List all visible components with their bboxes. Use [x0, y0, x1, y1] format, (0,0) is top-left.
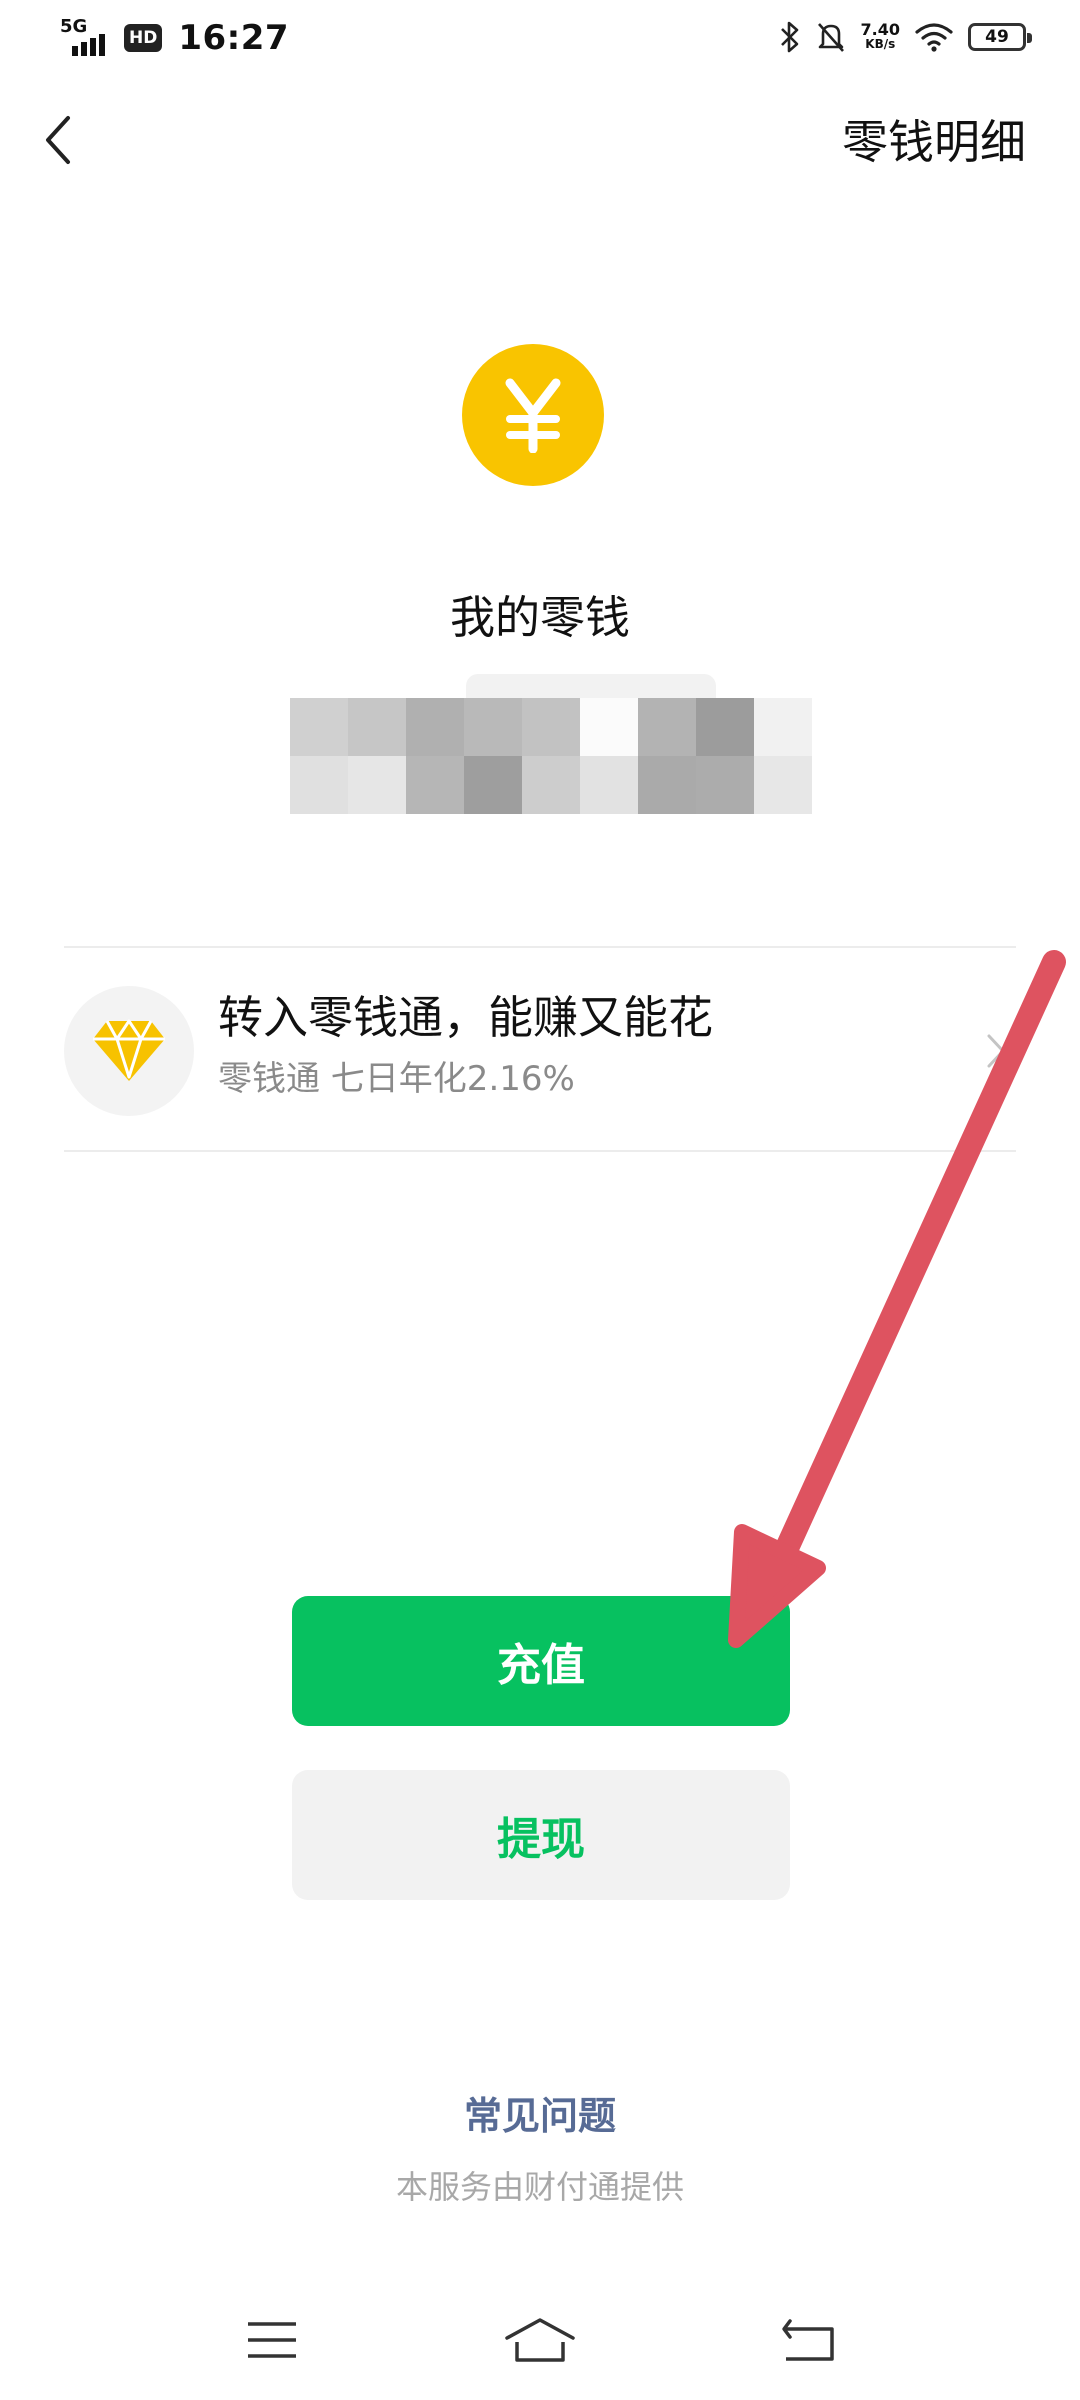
diamond-icon	[93, 1019, 165, 1081]
service-provider-note: 本服务由财付通提供	[395, 2168, 684, 2206]
menu-button[interactable]	[232, 2308, 312, 2372]
network-speed: 7.40 KB/s	[861, 22, 900, 52]
back-nav-button[interactable]	[768, 2308, 848, 2372]
chevron-right-icon	[976, 1026, 1016, 1076]
status-left: 5G HD 16:27	[60, 18, 290, 59]
status-time: 16:27	[178, 18, 290, 58]
battery-icon: 49	[968, 23, 1032, 51]
status-right: 7.40 KB/s 49	[779, 20, 1032, 54]
nav-bar: 零钱明细	[0, 90, 1080, 190]
speed-unit: KB/s	[865, 37, 896, 51]
hd-badge: HD	[124, 24, 163, 52]
transaction-details-link[interactable]: 零钱明细	[842, 116, 1026, 168]
mute-icon	[817, 23, 844, 52]
system-nav-bar	[0, 2300, 1080, 2380]
chevron-left-icon	[46, 116, 70, 164]
bluetooth-icon	[780, 21, 798, 53]
back-button[interactable]	[28, 108, 88, 172]
menu-icon	[248, 2322, 296, 2358]
home-icon	[505, 2318, 575, 2362]
status-bar: 5G HD 16:27 7.40 KB/s 49	[0, 0, 1080, 80]
home-button[interactable]	[500, 2308, 580, 2372]
wallet-coin-icon	[462, 344, 604, 486]
yen-icon	[505, 378, 561, 453]
wallet-page: 5G HD 16:27 7.40 KB/s 49 零钱明细 我的零钱 转入零钱通…	[0, 0, 1080, 2400]
withdraw-button[interactable]: 提现	[292, 1770, 790, 1900]
recharge-button[interactable]: 充值	[292, 1596, 790, 1726]
promo-divider-bottom	[64, 1150, 1016, 1152]
promo-title: 转入零钱通，能赚又能花	[218, 991, 714, 1044]
wifi-icon	[915, 23, 953, 52]
battery-level: 49	[985, 26, 1009, 47]
balance-amount-redacted: ¥	[290, 664, 812, 814]
back-icon	[782, 2319, 834, 2361]
balance-mosaic	[290, 664, 812, 814]
faq-link[interactable]: 常见问题	[0, 2092, 1080, 2140]
lingqiantong-promo[interactable]: 转入零钱通，能赚又能花 零钱通 七日年化2.16%	[64, 946, 1016, 1150]
speed-value: 7.40	[860, 20, 900, 39]
promo-icon-circle	[64, 986, 194, 1116]
cellular-signal-icon: 5G	[60, 18, 114, 58]
wallet-title: 我的零钱	[449, 591, 630, 644]
promo-subtitle: 零钱通 七日年化2.16%	[218, 1059, 575, 1099]
